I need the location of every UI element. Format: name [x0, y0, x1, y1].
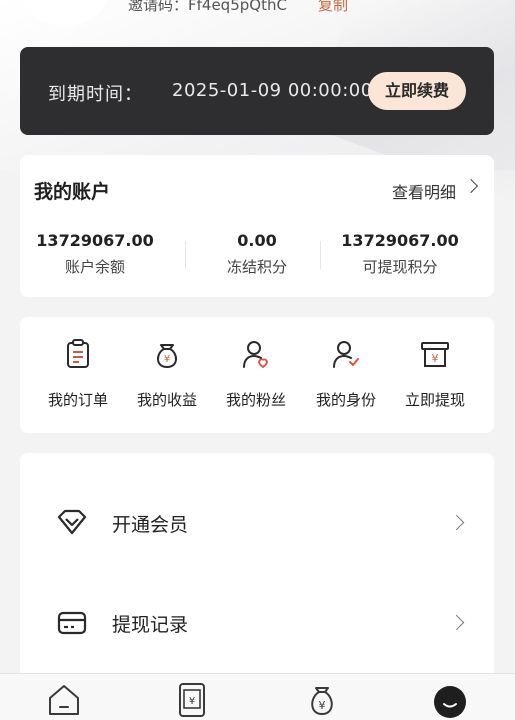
expiry-label: 到期时间： — [48, 84, 143, 105]
chevron-right-icon[interactable] — [463, 178, 479, 194]
chevron-right-icon — [448, 614, 465, 631]
account-title: 我的账户 — [34, 181, 111, 203]
tab-tablet[interactable]: ¥ — [174, 682, 210, 718]
svg-text:¥: ¥ — [189, 696, 195, 707]
identity-icon — [329, 337, 363, 371]
profile-icon — [434, 686, 466, 718]
menu-item-label: 立即提现 — [404, 391, 465, 409]
tablet-money-icon: ¥ — [179, 683, 205, 717]
menu-item-identity[interactable]: 我的身份 — [301, 337, 391, 410]
list-item-label: 开通会员 — [112, 514, 189, 536]
balance-label: 账户余额 — [64, 258, 125, 276]
account-card: 我的账户 查看明细 13729067.00 账户余额 0.00 冻结积分 137… — [20, 155, 494, 297]
home-icon — [49, 685, 79, 715]
withdrawable-points-label: 可提现积分 — [362, 258, 438, 276]
menu-item-earnings[interactable]: ¥ 我的收益 — [122, 337, 212, 410]
list-item-label: 提现记录 — [112, 614, 189, 636]
renew-button[interactable]: 立即续费 — [368, 72, 466, 110]
list-item-open-vip[interactable]: 开通会员 — [20, 473, 494, 573]
copy-button[interactable]: 复制 — [318, 0, 348, 15]
svg-text:¥: ¥ — [432, 352, 439, 365]
menu-item-fans[interactable]: 我的粉丝 — [211, 337, 301, 410]
svg-text:¥: ¥ — [164, 354, 170, 365]
frozen-points-value: 0.00 — [237, 231, 277, 250]
withdrawable-points-stat: 13729067.00 可提现积分 — [325, 231, 475, 277]
money-bag-icon: ¥ — [150, 337, 184, 371]
balance-value: 13729067.00 — [36, 231, 154, 250]
withdraw-icon: ¥ — [418, 337, 452, 371]
menu-item-label: 我的粉丝 — [225, 391, 286, 409]
vip-diamond-icon — [56, 509, 88, 537]
view-details-link[interactable]: 查看明细 — [392, 179, 456, 203]
profile-header: 邀请码：Ff4eq5pQthC 复制 — [0, 0, 515, 30]
balance-stat: 13729067.00 账户余额 — [20, 231, 170, 277]
avatar[interactable] — [22, 0, 108, 26]
tab-home[interactable] — [46, 682, 82, 718]
menu-item-withdraw[interactable]: ¥ 立即提现 — [390, 337, 480, 410]
fans-icon — [239, 337, 273, 371]
card-icon — [56, 609, 88, 637]
svg-text:¥: ¥ — [319, 699, 326, 712]
menu-item-label: 我的身份 — [315, 391, 376, 409]
invite-code: 邀请码：Ff4eq5pQthC — [128, 0, 287, 14]
stat-divider — [320, 241, 321, 269]
vip-expiry-card: 到期时间： 2025-01-09 00:00:00 立即续费 — [20, 47, 494, 135]
tab-earnings[interactable]: ¥ — [304, 682, 340, 718]
menu-item-label: 我的订单 — [47, 391, 108, 409]
chevron-right-icon — [448, 514, 465, 531]
frozen-points-label: 冻结积分 — [226, 258, 287, 276]
settings-list-card: 开通会员 提现记录 — [20, 453, 494, 693]
list-item-withdraw-records[interactable]: 提现记录 — [20, 573, 494, 673]
menu-item-orders[interactable]: 我的订单 — [33, 337, 123, 410]
menu-item-label: 我的收益 — [136, 391, 197, 409]
tab-profile[interactable] — [432, 682, 468, 718]
bottom-tab-bar: ¥ ¥ — [0, 673, 515, 720]
order-icon — [61, 337, 95, 371]
money-bag-icon: ¥ — [311, 687, 333, 715]
withdrawable-points-value: 13729067.00 — [341, 231, 459, 250]
quick-menu-card: 我的订单 ¥ 我的收益 我的粉丝 我的身份 ¥ 立即提现 — [20, 317, 494, 433]
frozen-points-stat: 0.00 冻结积分 — [182, 231, 332, 277]
expiry-date: 2025-01-09 00:00:00 — [172, 80, 373, 101]
